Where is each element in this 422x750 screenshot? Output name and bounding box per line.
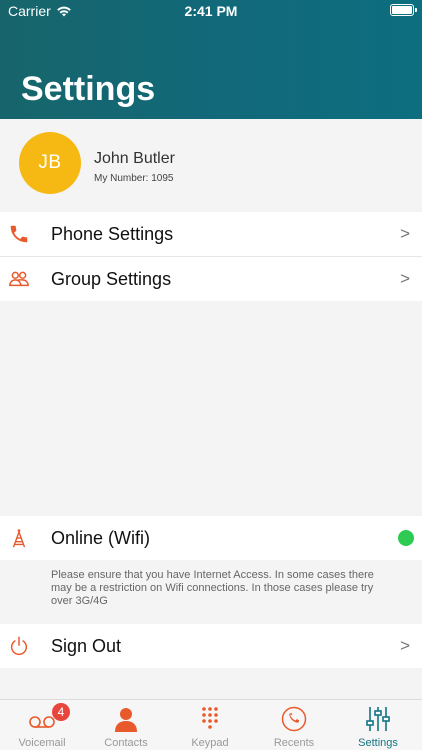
chevron-right-icon: > [400,636,410,655]
group-settings-row[interactable]: Group Settings > [0,257,422,301]
online-indicator [398,530,414,546]
phone-settings-row[interactable]: Phone Settings > [0,212,422,256]
profile-name: John Butler [94,150,175,167]
profile-number: My Number: 1095 [94,173,174,184]
online-status-row: Online (Wifi) [0,516,422,560]
status-bar: Carrier 2:41 PM [0,0,422,22]
keypad-icon [202,707,218,729]
voicemail-badge: 4 [52,703,70,721]
group-icon [9,271,29,287]
tab-bar: 4 Voicemail Contacts Keypad Recents Sett… [0,699,422,750]
sign-out-label: Sign Out [51,636,122,656]
profile-section: JB John Butler My Number: 1095 [0,119,422,212]
tab-voicemail-label: Voicemail [18,737,66,749]
page-title: Settings [21,70,156,108]
tab-keypad[interactable]: Keypad [168,700,252,750]
online-status-label: Online (Wifi) [51,528,151,548]
antenna-icon [12,529,26,548]
chevron-right-icon: > [400,224,410,243]
tab-settings-label: Settings [358,737,398,749]
battery-icon [390,4,417,16]
clock: 2:41 PM [184,3,238,19]
tab-settings[interactable]: Settings [336,700,420,750]
phone-settings-label: Phone Settings [51,224,174,244]
tab-recents-label: Recents [273,737,315,749]
tab-recents[interactable]: Recents [252,700,336,750]
power-icon [10,636,28,656]
connectivity-note: Please ensure that you have Internet Acc… [51,569,374,607]
recents-icon [281,706,307,732]
sign-out-row[interactable]: Sign Out > [0,624,422,668]
tab-keypad-label: Keypad [191,737,229,749]
chevron-right-icon: > [400,269,410,288]
contacts-icon [115,708,137,732]
tab-contacts-label: Contacts [104,737,148,749]
phone-icon [10,225,28,243]
tab-voicemail[interactable]: 4 Voicemail [0,700,84,750]
tab-contacts[interactable]: Contacts [84,700,168,750]
sliders-icon [366,707,390,731]
group-settings-label: Group Settings [51,269,172,289]
header: Carrier 2:41 PM Settings [0,0,422,119]
avatar: JB [19,132,81,194]
